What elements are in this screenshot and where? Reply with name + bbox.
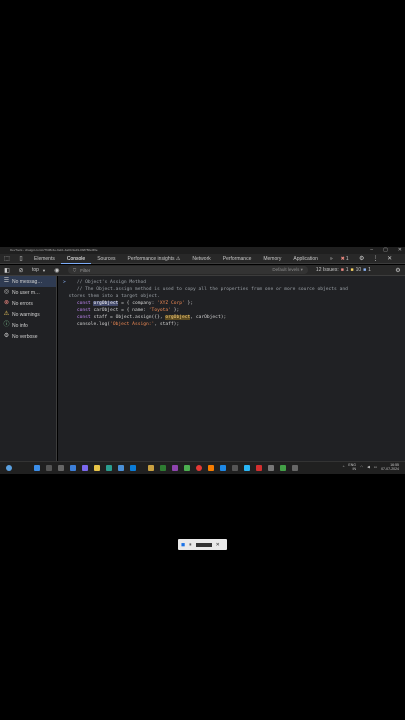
chevron-down-icon: ▼ bbox=[41, 267, 46, 273]
sidebar-toggle-icon[interactable]: ◧ bbox=[0, 265, 14, 275]
app-icon[interactable] bbox=[280, 465, 286, 471]
start-icon[interactable] bbox=[34, 465, 40, 471]
console-line: const orgObject = { company: 'XYZ Corp' … bbox=[76, 301, 194, 306]
console-line: const carObject = { name: 'Toyota' }; bbox=[76, 308, 180, 313]
wifi-icon[interactable]: ◠ bbox=[360, 465, 363, 469]
file-explorer-icon[interactable] bbox=[94, 465, 100, 471]
console-line: const staff = Object.assign({}, orgObjec… bbox=[76, 315, 227, 320]
info-icon: ⓘ bbox=[3, 322, 10, 328]
close-icon[interactable]: ✕ bbox=[398, 247, 402, 254]
issues-counter[interactable]: 12 Issues: ■ 1 ■ 10 ■ 1 bbox=[316, 267, 371, 273]
clock[interactable]: 16:55 07-07-2024 bbox=[381, 463, 399, 471]
tab-network[interactable]: Network bbox=[186, 254, 216, 264]
console-output[interactable]: > // Object's Assign Method // The Objec… bbox=[58, 276, 405, 461]
widgets-icon[interactable] bbox=[70, 465, 76, 471]
clear-console-icon[interactable]: ⊘ bbox=[14, 265, 28, 275]
screen-share-icon[interactable]: ◼ bbox=[181, 542, 185, 548]
tab-performance-insights[interactable]: Performance insights ⚠ bbox=[122, 254, 187, 264]
user-icon: ◎ bbox=[3, 289, 10, 295]
sidebar-item-info[interactable]: ⓘ No info bbox=[0, 320, 56, 331]
error-icon: ⊗ bbox=[3, 300, 10, 306]
warning-icon: ■ bbox=[350, 267, 354, 273]
app-icon[interactable] bbox=[148, 465, 154, 471]
sidebar-item-user-messages[interactable]: ◎ No user m… bbox=[0, 287, 56, 298]
error-icon: ✖ bbox=[340, 255, 345, 262]
window-title: DevTools - chatgpt.com/c/7638c4e-9eb1-4a… bbox=[10, 248, 98, 252]
language-indicator[interactable]: ENG IN bbox=[348, 463, 356, 471]
pause-icon[interactable]: ⏸ bbox=[189, 542, 192, 548]
weather-icon[interactable] bbox=[6, 465, 12, 471]
sidebar-item-warnings[interactable]: ⚠ No warnings bbox=[0, 309, 56, 320]
console-line: stores them into a target object. bbox=[68, 294, 160, 299]
search-icon[interactable] bbox=[46, 465, 52, 471]
chrome-icon[interactable] bbox=[196, 465, 202, 471]
console-line: console.log('Object Assign:', staff); bbox=[76, 322, 180, 327]
edge-icon[interactable] bbox=[106, 465, 112, 471]
app-icon[interactable] bbox=[256, 465, 262, 471]
app-icon[interactable] bbox=[208, 465, 214, 471]
device-toolbar-icon[interactable]: ▯ bbox=[14, 254, 28, 264]
filter-input[interactable]: ⛉ Filter Default levels ▾ bbox=[67, 266, 308, 274]
console-line: > // Object's Assign Method bbox=[63, 280, 147, 285]
store-icon[interactable] bbox=[118, 465, 124, 471]
close-icon[interactable]: ✕ bbox=[216, 542, 220, 548]
tab-application[interactable]: Application bbox=[287, 254, 323, 264]
warning-icon: ⚠ bbox=[3, 311, 10, 317]
close-devtools-icon[interactable]: ✕ bbox=[383, 254, 397, 264]
vscode-icon[interactable] bbox=[220, 465, 226, 471]
tab-memory[interactable]: Memory bbox=[257, 254, 287, 264]
settings-gear-icon[interactable]: ⚙ bbox=[355, 254, 369, 264]
app-icon[interactable] bbox=[160, 465, 166, 471]
error-count-badge[interactable]: ✖ 1 bbox=[341, 256, 349, 262]
app-icon[interactable] bbox=[232, 465, 238, 471]
verbose-icon: ⚙ bbox=[3, 333, 10, 339]
app-icon[interactable] bbox=[244, 465, 250, 471]
eye-icon[interactable]: ◉ bbox=[50, 265, 64, 275]
tab-sources[interactable]: Sources bbox=[91, 254, 121, 264]
app-icon[interactable] bbox=[268, 465, 274, 471]
battery-icon[interactable]: ▭ bbox=[374, 465, 377, 469]
app-icon[interactable] bbox=[184, 465, 190, 471]
tab-performance[interactable]: Performance bbox=[217, 254, 258, 264]
devtools-tab-bar: ⬚ ▯ Elements Console Sources Performance… bbox=[0, 254, 405, 264]
sidebar-item-errors[interactable]: ⊗ No errors bbox=[0, 298, 56, 309]
log-levels-dropdown[interactable]: Default levels ▾ bbox=[272, 267, 303, 273]
app-icon[interactable] bbox=[172, 465, 178, 471]
windows-taskbar: ^ ENG IN ◠ ◀ ▭ 16:55 07-07-2024 bbox=[0, 461, 405, 474]
context-selector[interactable]: top ▼ bbox=[32, 267, 46, 273]
tab-console[interactable]: Console bbox=[60, 254, 92, 264]
system-tray[interactable]: ^ ENG IN ◠ ◀ ▭ 16:55 07-07-2024 bbox=[343, 463, 399, 471]
inspect-element-icon[interactable]: ⬚ bbox=[0, 254, 14, 264]
console-toolbar: ◧ ⊘ top ▼ ◉ ⛉ Filter Default levels ▾ 12… bbox=[0, 265, 405, 276]
error-icon: ■ bbox=[340, 267, 344, 273]
filter-icon: ⛉ bbox=[72, 267, 77, 273]
app-icon[interactable] bbox=[292, 465, 298, 471]
info-icon: ■ bbox=[363, 267, 367, 273]
progress-bar bbox=[195, 542, 212, 547]
list-icon: ☰ bbox=[3, 278, 10, 284]
floating-control-popup[interactable]: ◼ ⏸ ✕ bbox=[178, 539, 227, 550]
volume-icon[interactable]: ◀ bbox=[367, 465, 370, 469]
sidebar-item-messages[interactable]: ☰ No messag… bbox=[0, 276, 56, 287]
mail-icon[interactable] bbox=[130, 465, 136, 471]
more-tabs-button[interactable]: » bbox=[324, 254, 339, 264]
console-settings-icon[interactable]: ⚙ bbox=[391, 265, 405, 275]
teams-icon[interactable] bbox=[82, 465, 88, 471]
more-options-icon[interactable]: ⋮ bbox=[369, 254, 383, 264]
console-sidebar: ☰ No messag… ◎ No user m… ⊗ No errors ⚠ … bbox=[0, 276, 57, 461]
sidebar-item-verbose[interactable]: ⚙ No verbose bbox=[0, 331, 56, 342]
console-line: // The Object.assign method is used to c… bbox=[76, 287, 348, 292]
tray-chevron-icon[interactable]: ^ bbox=[343, 465, 345, 469]
task-view-icon[interactable] bbox=[58, 465, 64, 471]
tab-elements[interactable]: Elements bbox=[28, 254, 61, 264]
